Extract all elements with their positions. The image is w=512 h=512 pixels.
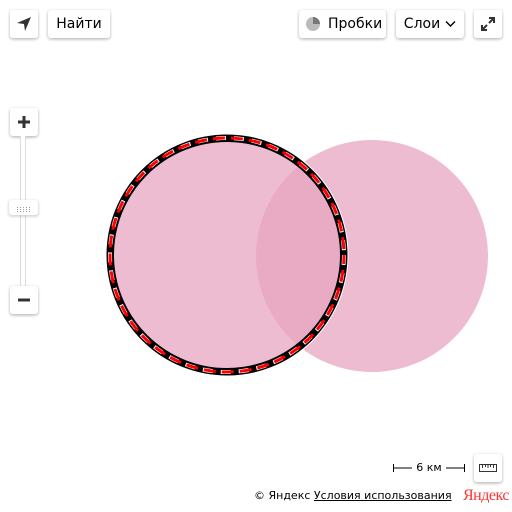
geolocation-arrow-icon xyxy=(16,16,32,32)
chevron-down-icon xyxy=(445,20,456,28)
scale-line: 6 км xyxy=(392,461,466,475)
ruler-button[interactable] xyxy=(474,454,502,482)
geolocation-button[interactable] xyxy=(10,10,38,38)
traffic-button-label: Пробки xyxy=(328,16,383,32)
ruler-icon xyxy=(479,463,497,473)
grip-icon xyxy=(16,198,31,217)
zoom-out-button[interactable] xyxy=(10,286,38,314)
minus-icon xyxy=(17,293,31,307)
copyright: © Яндекс Условия использования xyxy=(254,489,452,503)
find-button-label: Найти xyxy=(56,16,102,32)
layers-button[interactable]: Слои xyxy=(396,10,464,38)
find-button[interactable]: Найти xyxy=(48,10,110,38)
fullscreen-button[interactable] xyxy=(474,10,502,38)
map-circle-selected[interactable] xyxy=(105,133,349,377)
plus-icon xyxy=(17,115,31,129)
zoom-in-button[interactable] xyxy=(10,108,38,136)
expand-icon xyxy=(480,16,496,32)
traffic-light-icon xyxy=(305,16,321,32)
yandex-logo[interactable]: Яндекс xyxy=(463,486,509,506)
scale-label: 6 км xyxy=(416,461,442,474)
terms-of-use-link[interactable]: Условия использования xyxy=(314,489,452,502)
layers-button-label: Слои xyxy=(403,16,441,32)
copyright-text: © Яндекс xyxy=(254,489,311,502)
traffic-button[interactable]: Пробки xyxy=(299,10,386,38)
zoom-slider-handle[interactable] xyxy=(9,200,38,215)
map-canvas[interactable] xyxy=(0,0,512,512)
